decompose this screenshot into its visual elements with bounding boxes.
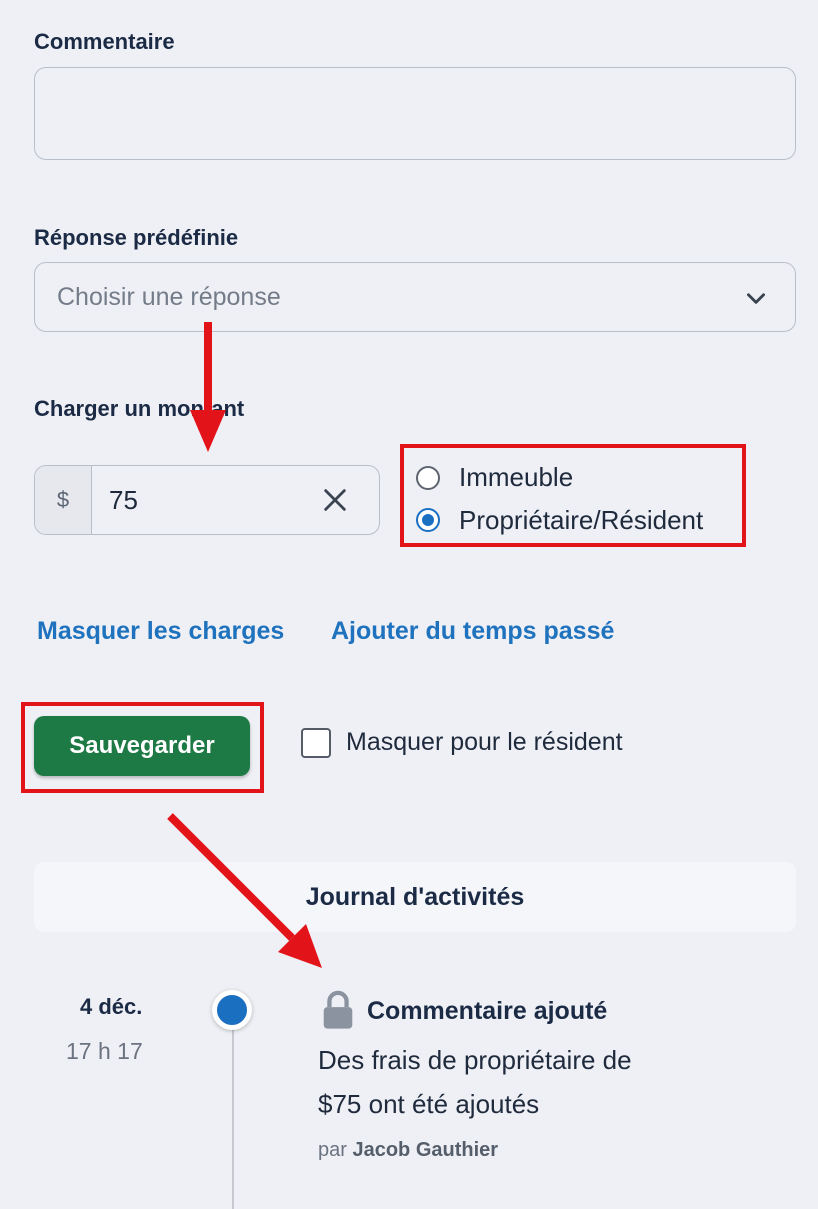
entry-body-line2: $75 ont été ajoutés <box>318 1089 540 1119</box>
radio-button-building[interactable] <box>416 466 440 490</box>
entry-date: 4 déc. <box>80 994 143 1019</box>
radio-label-owner-resident: Propriétaire/Résident <box>459 505 704 535</box>
save-button[interactable]: Sauvegarder <box>34 716 250 776</box>
radio-option-owner-resident[interactable]: Propriétaire/Résident <box>416 505 736 536</box>
amount-value[interactable]: 75 <box>109 485 138 516</box>
chevron-down-icon <box>747 293 765 304</box>
hide-for-resident-checkbox[interactable] <box>301 728 331 758</box>
close-icon[interactable] <box>321 486 349 514</box>
hide-charges-link[interactable]: Masquer les charges <box>37 617 284 646</box>
charge-amount-label: Charger un montant <box>34 396 245 421</box>
amount-field[interactable]: $ 75 <box>34 465 380 535</box>
predefined-response-select[interactable]: Choisir une réponse <box>34 262 796 332</box>
timeline-line <box>232 1010 234 1209</box>
radio-option-building[interactable]: Immeuble <box>416 462 736 494</box>
annotation-arrow-down <box>190 322 226 452</box>
select-placeholder: Choisir une réponse <box>57 283 281 311</box>
timeline-dot <box>212 990 252 1030</box>
radio-label-building: Immeuble <box>459 462 574 492</box>
activity-log-header: Journal d'activités <box>34 862 796 932</box>
currency-prefix: $ <box>35 466 92 534</box>
comment-label: Commentaire <box>34 29 175 54</box>
predefined-response-label: Réponse prédéfinie <box>34 225 239 250</box>
entry-author-name: Jacob Gauthier <box>352 1139 499 1161</box>
entry-body-line1: Des frais de propriétaire de <box>318 1045 632 1075</box>
entry-author: par Jacob Gauthier <box>318 1139 498 1162</box>
annotation-arrows <box>167 322 322 968</box>
comment-textarea[interactable] <box>34 67 796 160</box>
entry-author-prefix: par <box>318 1139 347 1161</box>
entry-title: Commentaire ajouté <box>367 997 608 1025</box>
hide-for-resident-label: Masquer pour le résident <box>346 728 623 756</box>
lock-icon <box>323 990 353 1029</box>
add-time-link[interactable]: Ajouter du temps passé <box>331 617 614 646</box>
radio-button-owner-resident[interactable] <box>416 508 440 532</box>
entry-time: 17 h 17 <box>66 1038 143 1064</box>
